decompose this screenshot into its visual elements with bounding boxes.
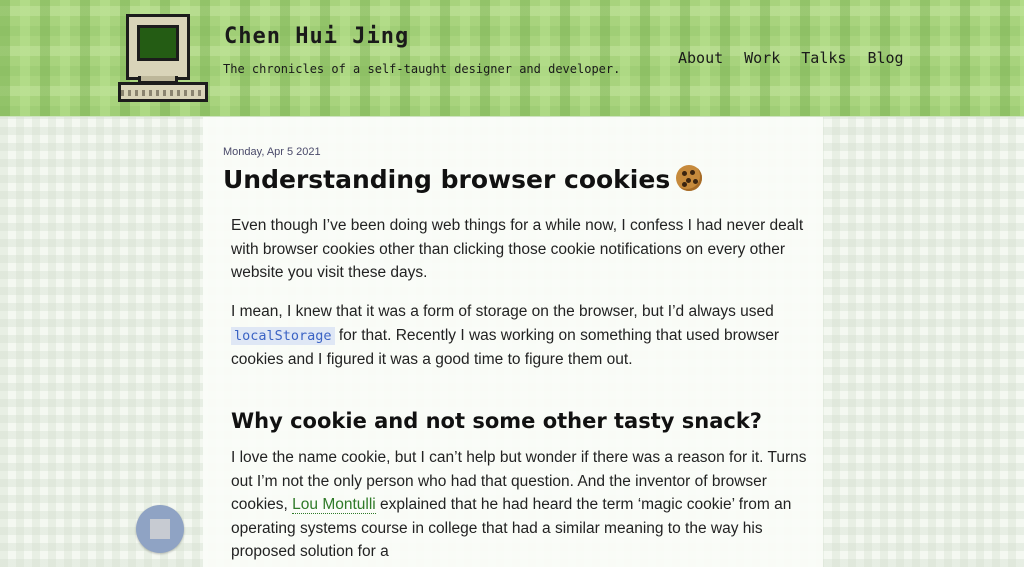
floating-action-button[interactable] <box>136 505 184 553</box>
site-tagline: The chronicles of a self-taught designer… <box>223 62 621 76</box>
monitor-screen <box>137 25 179 61</box>
main-nav: About Work Talks Blog <box>678 49 904 67</box>
inline-code-localstorage: localStorage <box>231 326 335 345</box>
stop-square-icon <box>150 519 170 539</box>
monitor-shape <box>126 14 190 80</box>
link-lou-montulli[interactable]: Lou Montulli <box>292 496 376 514</box>
nav-work[interactable]: Work <box>744 49 780 67</box>
retro-computer-icon[interactable] <box>118 14 210 104</box>
paragraph-name: I love the name cookie, but I can’t help… <box>231 446 811 564</box>
cookie-emoji-icon <box>676 165 703 191</box>
post-title: Understanding browser cookies <box>223 165 703 194</box>
post-date: Monday, Apr 5 2021 <box>223 146 321 158</box>
site-header: Chen Hui Jing The chronicles of a self-t… <box>0 0 1024 117</box>
paragraph-storage-before: I mean, I knew that it was a form of sto… <box>231 303 774 320</box>
keyboard-shape <box>118 82 208 102</box>
nav-blog[interactable]: Blog <box>867 49 903 67</box>
site-title[interactable]: Chen Hui Jing <box>224 24 409 49</box>
post-title-text: Understanding browser cookies <box>223 165 671 194</box>
section-heading: Why cookie and not some other tasty snac… <box>231 409 762 433</box>
paragraph-intro: Even though I’ve been doing web things f… <box>231 217 804 281</box>
nav-talks[interactable]: Talks <box>801 49 846 67</box>
paragraph-storage: I mean, I knew that it was a form of sto… <box>231 300 811 372</box>
nav-about[interactable]: About <box>678 49 723 67</box>
